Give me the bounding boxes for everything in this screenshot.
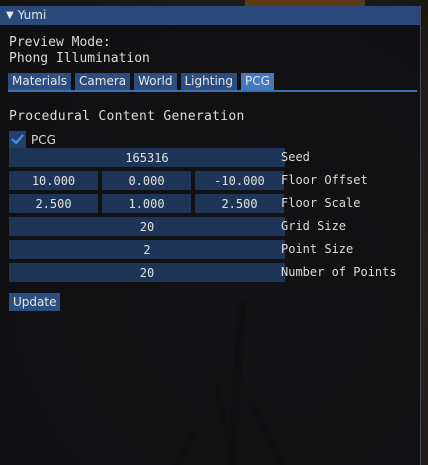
floor-scale-z-input[interactable]: 2.500 xyxy=(195,194,284,213)
floor-scale-row: 2.500 1.000 2.500 xyxy=(9,194,284,213)
seed-input[interactable]: 165316 xyxy=(9,148,285,167)
floor-scale-label: Floor Scale xyxy=(281,196,361,210)
grid-size-label: Grid Size xyxy=(281,219,347,233)
floor-offset-x-input[interactable]: 10.000 xyxy=(9,171,98,190)
seed-row: 165316 xyxy=(9,148,285,167)
grid-size-row: 20 xyxy=(9,217,285,236)
pcg-checkbox[interactable] xyxy=(9,131,26,148)
window-title: Yumi xyxy=(17,8,47,22)
floor-scale-y-input[interactable]: 1.000 xyxy=(102,194,191,213)
pcg-checkbox-label: PCG xyxy=(31,132,56,147)
preview-mode-label: Preview Mode: xyxy=(9,35,111,50)
tab-pcg[interactable]: PCG xyxy=(241,73,274,90)
num-points-input[interactable]: 20 xyxy=(9,263,285,282)
preview-mode: Preview Mode: Phong Illumination xyxy=(9,35,150,67)
pcg-toggle[interactable]: PCG xyxy=(9,131,56,148)
point-size-label: Point Size xyxy=(281,242,354,256)
update-button[interactable]: Update xyxy=(9,293,61,311)
tab-lighting[interactable]: Lighting xyxy=(180,73,238,90)
num-points-row: 20 xyxy=(9,263,285,282)
tab-bar: Materials Camera World Lighting PCG xyxy=(8,73,274,90)
title-bar[interactable]: ▼ Yumi xyxy=(0,6,420,25)
preview-mode-value: Phong Illumination xyxy=(9,51,150,66)
point-size-row: 2 xyxy=(9,240,285,259)
num-points-label: Number of Points xyxy=(281,265,397,279)
collapse-triangle-icon[interactable]: ▼ xyxy=(6,6,14,25)
floor-offset-label: Floor Offset xyxy=(281,173,368,187)
floor-offset-y-input[interactable]: 0.000 xyxy=(102,171,191,190)
floor-scale-x-input[interactable]: 2.500 xyxy=(9,194,98,213)
yumi-panel: ▼ Yumi Preview Mode: Phong Illumination … xyxy=(0,6,421,465)
seed-label: Seed xyxy=(281,150,310,164)
point-size-input[interactable]: 2 xyxy=(9,240,285,259)
tab-underline xyxy=(8,90,417,92)
tab-camera[interactable]: Camera xyxy=(75,73,131,90)
section-title: Procedural Content Generation xyxy=(9,109,245,124)
grid-size-input[interactable]: 20 xyxy=(9,217,285,236)
floor-offset-row: 10.000 0.000 -10.000 xyxy=(9,171,284,190)
floor-offset-z-input[interactable]: -10.000 xyxy=(195,171,284,190)
checkmark-icon xyxy=(11,134,24,145)
tab-materials[interactable]: Materials xyxy=(8,73,72,90)
tab-world[interactable]: World xyxy=(134,73,177,90)
